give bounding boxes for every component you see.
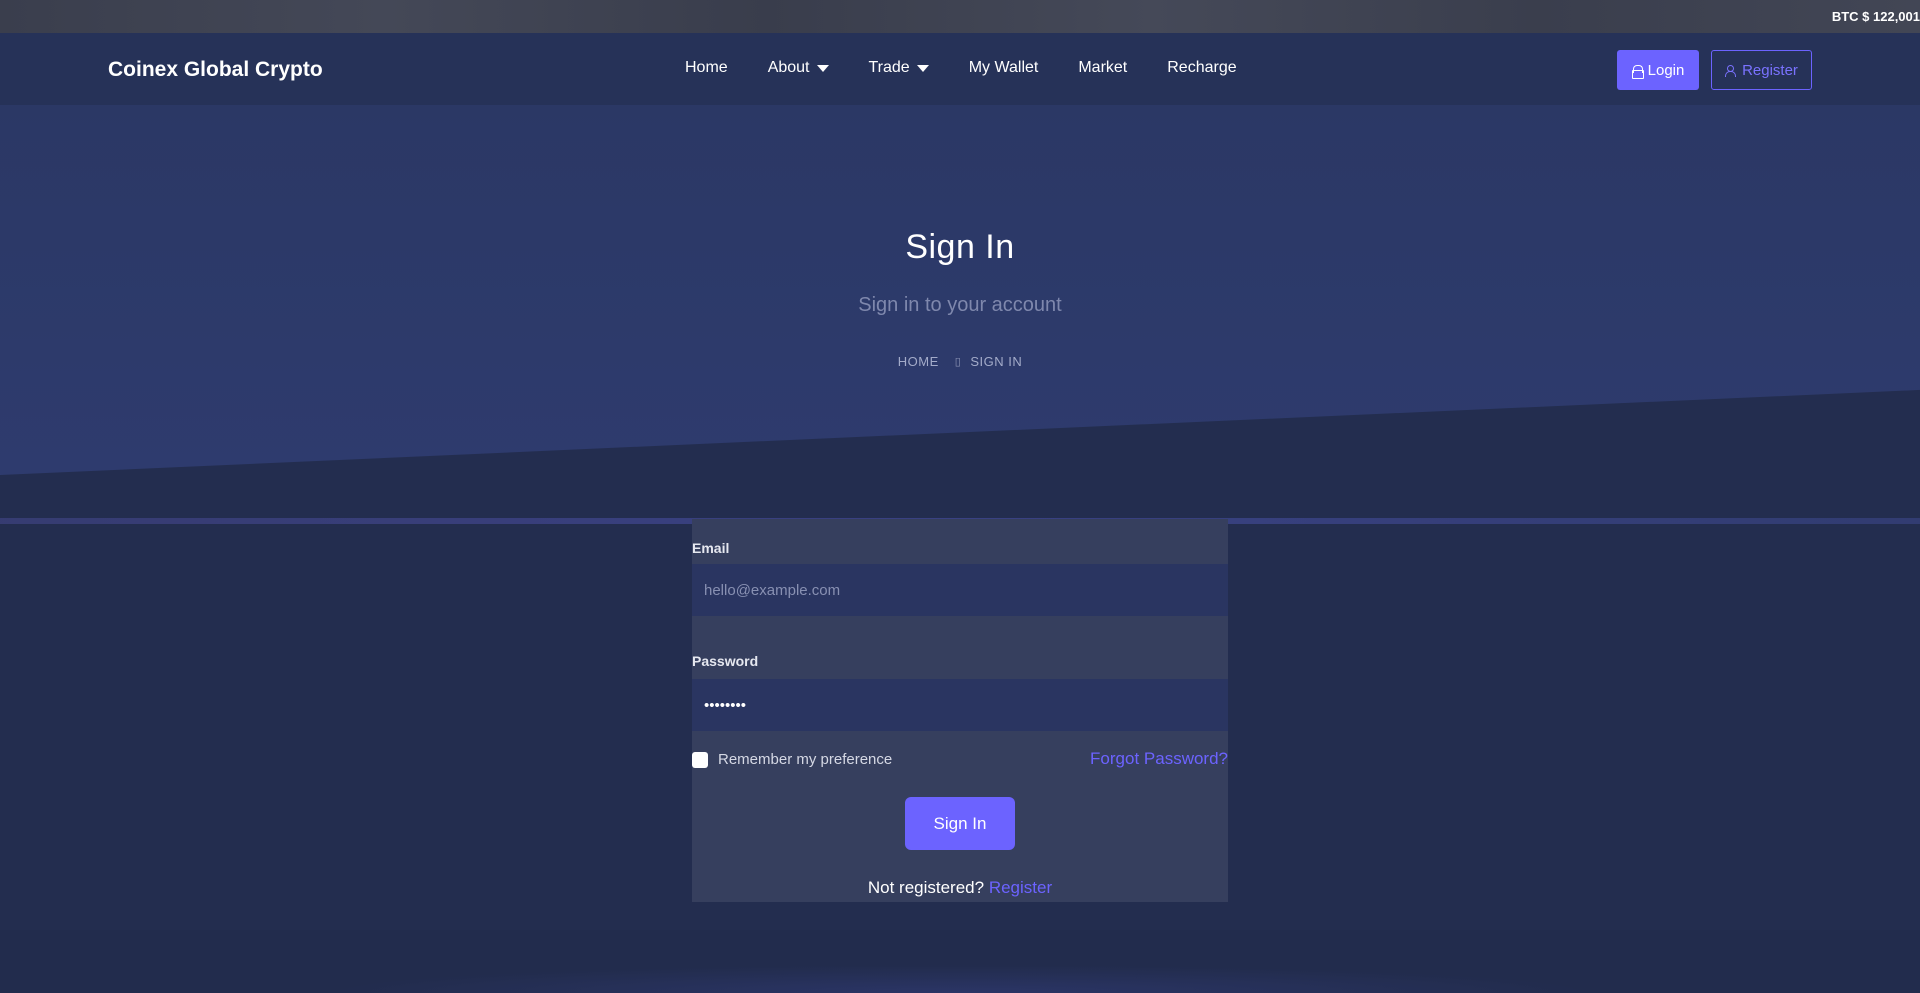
brand-logo[interactable]: Coinex Global Crypto <box>108 58 323 82</box>
register-label: Register <box>1742 61 1798 79</box>
nav-trade[interactable]: Trade <box>869 59 929 77</box>
nav-about-label: About <box>767 59 810 76</box>
nav-home[interactable]: Home <box>685 59 728 77</box>
login-button[interactable]: Login <box>1617 50 1699 90</box>
user-plus-icon <box>1725 64 1737 77</box>
remember-label: Remember my preference <box>718 751 893 768</box>
signin-button[interactable]: Sign In <box>905 797 1015 850</box>
page-title: Sign In <box>905 228 1015 266</box>
lock-icon <box>1631 64 1644 79</box>
not-registered-label: Not registered? <box>867 878 985 897</box>
footer-wave <box>0 930 1920 993</box>
nav-recharge[interactable]: Recharge <box>1167 59 1236 77</box>
nav-my-wallet-label: My Wallet <box>968 59 1039 76</box>
login-label: Login <box>1647 61 1685 79</box>
password-label: Password <box>692 653 759 669</box>
password-input[interactable] <box>692 679 1228 731</box>
nav-about[interactable]: About <box>768 59 829 77</box>
forgot-password-link[interactable]: Forgot Password? <box>1090 749 1228 769</box>
email-label: Email <box>692 540 730 556</box>
main-nav: Home About Trade My Wallet Market Rechar… <box>685 59 1277 77</box>
signin-form: Email Password Remember my preference Fo… <box>692 519 1228 902</box>
price-ticker: BTC $ 122,001 <box>0 0 1920 33</box>
breadcrumb-current: SIGN IN <box>970 354 1023 369</box>
nav-recharge-label: Recharge <box>1167 59 1237 76</box>
remember-checkbox[interactable] <box>692 751 708 768</box>
page-subtitle: Sign in to your account <box>858 294 1062 316</box>
caret-down-icon <box>916 64 929 72</box>
hero-banner <box>0 105 1920 475</box>
remember-checkbox-row[interactable]: Remember my preference <box>692 751 892 768</box>
nav-market[interactable]: Market <box>1078 59 1127 77</box>
nav-my-wallet[interactable]: My Wallet <box>969 59 1039 77</box>
nav-trade-label: Trade <box>868 59 910 76</box>
email-input[interactable] <box>692 564 1228 616</box>
signin-button-label: Sign In <box>933 813 987 833</box>
register-link[interactable]: Register <box>989 878 1052 897</box>
nav-home-label: Home <box>685 59 728 76</box>
caret-down-icon <box>816 64 829 72</box>
btc-price: BTC $ 122,001 <box>1831 9 1920 24</box>
breadcrumb-home[interactable]: HOME <box>898 354 939 369</box>
navbar: Coinex Global Crypto Home About Trade My… <box>0 33 1920 105</box>
not-registered-text: Not registered? Register <box>692 878 1228 898</box>
nav-market-label: Market <box>1078 59 1128 76</box>
breadcrumb: HOME ▯ SIGN IN <box>0 354 1920 369</box>
register-button[interactable]: Register <box>1711 50 1812 90</box>
breadcrumb-separator-icon: ▯ <box>954 356 962 368</box>
